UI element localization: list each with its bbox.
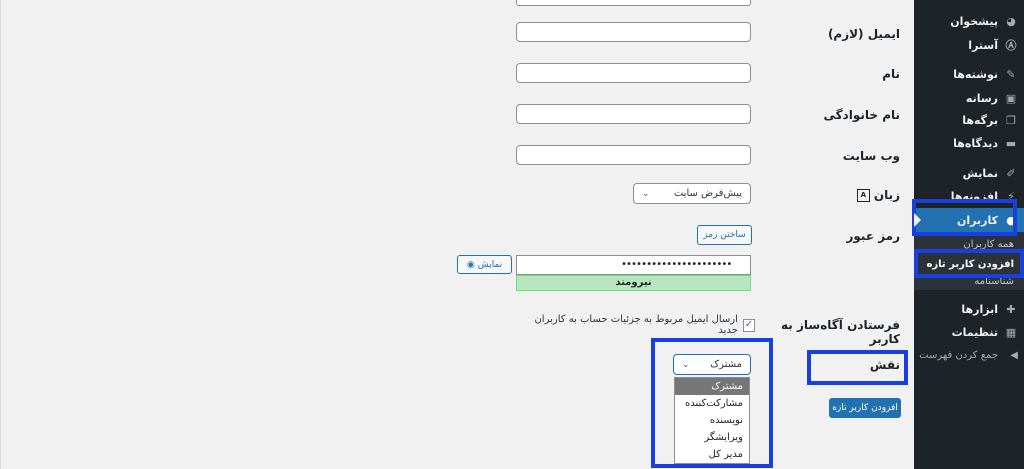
sidebar-item-label: رسانه (965, 91, 998, 105)
email-label: ایمیل (لازم) (827, 27, 900, 41)
language-label: زبان A (780, 188, 900, 202)
notification-text: ارسال ایمیل مربوط به جزئیات حساب به کارب… (534, 314, 738, 336)
sidebar-item-label: دیدگاه‌ها (953, 136, 998, 150)
password-label: رمز عبور (846, 229, 900, 243)
settings-icon: ▦ (1005, 325, 1017, 339)
sidebar-item-appearance[interactable]: ✐ نمایش (914, 162, 1024, 184)
sidebar-item-label: نوشته‌ها (953, 67, 998, 81)
sidebar-item-posts[interactable]: ✎ نوشته‌ها (914, 63, 1024, 85)
sidebar-item-pages[interactable]: ❐ برگه‌ها (914, 109, 1024, 131)
collapse-icon: ◀ (1010, 349, 1018, 361)
show-password-label: نمایش (477, 259, 503, 270)
add-user-submenu-highlight (914, 249, 1024, 278)
notification-option: ✓ ارسال ایمیل مربوط به جزئیات حساب به کا… (530, 314, 755, 336)
notification-checkbox[interactable]: ✓ (742, 318, 755, 332)
first-name-label: نام (882, 67, 900, 81)
sidebar-item-astra[interactable]: Ⓐ آسترا (914, 34, 1024, 56)
admin-sidebar: ◕ پیشخوان Ⓐ آسترا ✎ نوشته‌ها ▣ رسانه ❐ ب… (912, 0, 1024, 469)
astra-icon: Ⓐ (1005, 39, 1017, 52)
sidebar-item-label: ابزارها (961, 302, 998, 316)
role-label-highlight (807, 350, 908, 385)
left-border (0, 0, 1, 469)
sidebar-item-label: آسترا (968, 38, 998, 52)
pin-icon: ✎ (1006, 67, 1016, 81)
eye-icon: ◉ (466, 259, 475, 270)
last-name-field[interactable] (516, 104, 751, 124)
sidebar-item-label: برگه‌ها (962, 113, 998, 127)
dashboard-icon: ◕ (1006, 14, 1016, 28)
show-password-button[interactable]: نمایش ◉ (457, 255, 512, 274)
sidebar-item-label: تنظیمات (951, 325, 998, 339)
users-menu-highlight (912, 199, 1017, 236)
comments-icon: ▬ (1005, 136, 1017, 150)
generate-password-button[interactable]: ساختن رمز (697, 225, 752, 245)
first-name-field[interactable] (516, 63, 751, 83)
sidebar-item-comments[interactable]: ▬ دیدگاه‌ها (914, 132, 1024, 154)
sidebar-item-tools[interactable]: ✚ ابزارها (914, 298, 1024, 320)
translation-icon: A (856, 188, 870, 202)
sidebar-item-label: پیشخوان (950, 14, 998, 28)
last-name-label: نام خانوادگی (823, 108, 900, 122)
language-label-text: زبان (873, 188, 900, 202)
main-content: ایمیل (لازم) نام نام خانوادگی وب سایت زب… (0, 0, 914, 469)
collapse-menu-button[interactable]: ◀ جمع کردن فهرست (914, 346, 1024, 364)
role-select-highlight (651, 338, 773, 468)
language-select[interactable]: پیش‌فرض سایت ⌄ (633, 183, 751, 204)
notification-label: فرستادن آگاه‌ساز به کاربر (781, 318, 900, 346)
previous-field-bottom (516, 0, 751, 6)
chevron-down-icon: ⌄ (642, 188, 650, 199)
appearance-icon: ✐ (1006, 166, 1016, 180)
sidebar-item-label: نمایش (962, 166, 998, 180)
sidebar-item-settings[interactable]: ▦ تنظیمات (914, 321, 1024, 343)
sidebar-item-media[interactable]: ▣ رسانه (914, 87, 1024, 109)
pages-icon: ❐ (1006, 113, 1016, 127)
add-user-submit-button[interactable]: افزودن کاربر تازه (829, 398, 901, 418)
password-field[interactable]: •••••••••••••••••••••• (516, 255, 751, 275)
tools-icon: ✚ (1006, 302, 1016, 316)
email-field[interactable] (516, 22, 751, 42)
website-field[interactable] (516, 145, 751, 165)
website-label: وب سایت (842, 149, 900, 163)
language-select-value: پیش‌فرض سایت (673, 188, 742, 199)
media-icon: ▣ (1005, 91, 1017, 105)
password-strength-meter: نیرومند (516, 275, 751, 291)
current-menu-arrow (914, 213, 921, 227)
sidebar-item-dashboard[interactable]: ◕ پیشخوان (914, 10, 1024, 32)
collapse-menu-label: جمع کردن فهرست (919, 349, 998, 361)
